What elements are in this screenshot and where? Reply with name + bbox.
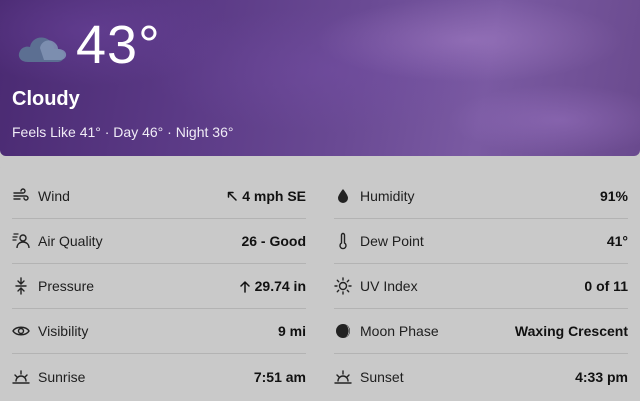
moon-phase-row: Moon Phase Waxing Crescent xyxy=(334,309,628,354)
sun-outline-icon xyxy=(334,277,352,295)
arrow-up-icon xyxy=(239,280,251,293)
visibility-value: 9 mi xyxy=(277,323,306,339)
cloud-icon xyxy=(14,28,70,68)
wind-value-text: 4 mph SE xyxy=(242,188,306,204)
visibility-row: Visibility 9 mi xyxy=(12,309,306,354)
air-quality-icon xyxy=(12,232,30,250)
condition-text: Cloudy xyxy=(12,88,80,110)
moon-phase-label: Moon Phase xyxy=(360,323,439,339)
air-quality-value: 26 - Good xyxy=(241,233,306,249)
pressure-label: Pressure xyxy=(38,278,95,294)
sunset-row: Sunset 4:33 pm xyxy=(334,354,628,399)
air-quality-row: Air Quality 26 - Good xyxy=(12,219,306,264)
pressure-value-text: 29.74 in xyxy=(254,278,306,294)
moon-phase-icon xyxy=(334,322,352,340)
uv-index-row: UV Index 0 of 11 xyxy=(334,264,628,309)
humidity-row: Humidity 91% xyxy=(334,174,628,219)
humidity-value: 91% xyxy=(599,188,628,204)
uv-index-label: UV Index xyxy=(360,278,418,294)
air-quality-label: Air Quality xyxy=(38,233,103,249)
moon-phase-value: Waxing Crescent xyxy=(514,323,628,339)
dew-point-value: 41° xyxy=(606,233,628,249)
droplet-icon xyxy=(334,187,352,205)
details-left-column: Wind 4 mph SE Air Quality 26 - Good Pres… xyxy=(12,174,306,399)
wind-icon xyxy=(12,187,30,205)
sunrise-value: 7:51 am xyxy=(253,368,306,385)
dew-point-row: Dew Point 41° xyxy=(334,219,628,264)
pressure-value: 29.74 in xyxy=(239,278,306,294)
sunset-value: 4:33 pm xyxy=(575,368,628,385)
current-temperature: 43° xyxy=(76,15,161,75)
wind-value: 4 mph SE xyxy=(226,188,306,204)
sunrise-row: Sunrise 7:51 am xyxy=(12,354,306,399)
pressure-row: Pressure 29.74 in xyxy=(12,264,306,309)
dew-point-label: Dew Point xyxy=(360,233,424,249)
uv-index-value: 0 of 11 xyxy=(584,278,628,294)
eye-icon xyxy=(12,322,30,340)
humidity-label: Humidity xyxy=(360,188,415,204)
visibility-label: Visibility xyxy=(38,323,89,339)
arrow-up-left-icon xyxy=(226,190,238,202)
sunrise-label: Sunrise xyxy=(38,368,86,385)
thermometer-icon xyxy=(334,232,352,250)
wind-row: Wind 4 mph SE xyxy=(12,174,306,219)
wind-label: Wind xyxy=(38,188,70,204)
temperature-summary: Feels Like 41° · Day 46° · Night 36° xyxy=(12,124,234,140)
sunset-label: Sunset xyxy=(360,368,404,385)
current-conditions-header: 43° Cloudy Feels Like 41° · Day 46° · Ni… xyxy=(0,0,640,156)
sunrise-icon xyxy=(12,368,30,386)
sunset-icon xyxy=(334,368,352,386)
pressure-icon xyxy=(12,277,30,295)
details-right-column: Humidity 91% Dew Point 41° UV Index 0 of… xyxy=(334,174,628,399)
